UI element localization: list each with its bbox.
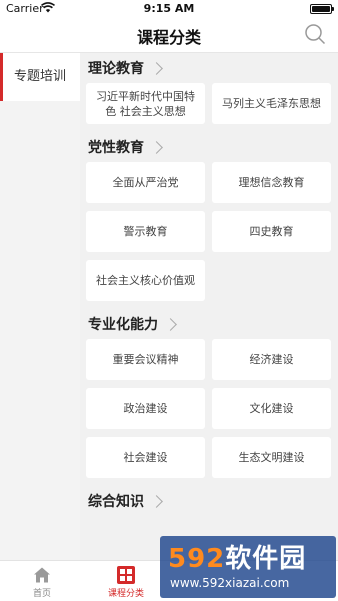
section-professional-ability: 专业化能力 重要会议精神 经济建设 政治建设 文化建设 社会建设 生态文明建设 xyxy=(80,309,338,486)
course-tag[interactable]: 重要会议精神 xyxy=(86,339,205,380)
selected-indicator xyxy=(0,53,3,101)
chevron-right-icon xyxy=(150,140,163,154)
search-icon[interactable] xyxy=(304,23,326,45)
section-theory: 理论教育 习近平新时代中国特色 社会主义思想 马列主义毛泽东思想 xyxy=(80,53,338,132)
course-tag[interactable]: 文化建设 xyxy=(212,388,331,429)
course-tag[interactable]: 马列主义毛泽东思想 xyxy=(212,83,331,124)
watermark-url: www.592xiazai.com xyxy=(170,576,290,590)
clock: 9:15 AM xyxy=(143,2,195,15)
section-title: 党性教育 xyxy=(88,140,144,156)
home-icon xyxy=(34,567,50,583)
course-tag[interactable]: 经济建设 xyxy=(212,339,331,380)
category-content: 理论教育 习近平新时代中国特色 社会主义思想 马列主义毛泽东思想 党性教育 全面… xyxy=(80,53,338,560)
status-bar: Carrier 9:15 AM xyxy=(0,0,338,18)
section-title: 专业化能力 xyxy=(88,317,158,333)
section-header[interactable]: 理论教育 xyxy=(80,53,338,83)
section-general-knowledge: 综合知识 xyxy=(80,486,338,516)
sidebar-item-label: 专题培训 xyxy=(13,69,66,84)
course-tag[interactable]: 警示教育 xyxy=(86,211,205,252)
grid-icon xyxy=(117,566,135,584)
section-party-spirit: 党性教育 全面从严治党 理想信念教育 警示教育 四史教育 社会主义核心价值观 xyxy=(80,132,338,309)
sidebar-item-topic-training[interactable]: 专题培训 xyxy=(0,53,80,101)
course-tag[interactable]: 理想信念教育 xyxy=(212,162,331,203)
page-title: 课程分类 xyxy=(136,28,201,47)
chevron-right-icon xyxy=(164,317,177,331)
section-title: 理论教育 xyxy=(88,61,144,77)
course-tag[interactable]: 四史教育 xyxy=(212,211,331,252)
tab-label: 课程分类 xyxy=(107,589,144,599)
category-sidebar: 专题培训 xyxy=(0,53,80,560)
nav-bar: 课程分类 xyxy=(0,18,338,53)
chevron-right-icon xyxy=(150,61,163,75)
tab-categories[interactable]: 课程分类 xyxy=(86,561,166,601)
section-header[interactable]: 专业化能力 xyxy=(80,309,338,339)
course-tag[interactable]: 全面从严治党 xyxy=(86,162,205,203)
section-header[interactable]: 综合知识 xyxy=(80,486,338,516)
site-watermark: 592软件园 www.592xiazai.com xyxy=(160,536,336,598)
chevron-right-icon xyxy=(150,494,163,508)
course-tag[interactable]: 生态文明建设 xyxy=(212,437,331,478)
section-title: 综合知识 xyxy=(88,494,144,510)
course-tag[interactable]: 社会主义核心价值观 xyxy=(86,260,205,301)
section-header[interactable]: 党性教育 xyxy=(80,132,338,162)
tab-home[interactable]: 首页 xyxy=(2,561,82,601)
course-tag[interactable]: 政治建设 xyxy=(86,388,205,429)
tab-label: 首页 xyxy=(32,589,51,599)
watermark-logo: 592软件园 xyxy=(168,544,307,574)
course-tag[interactable]: 习近平新时代中国特色 社会主义思想 xyxy=(86,83,205,124)
course-tag[interactable]: 社会建设 xyxy=(86,437,205,478)
battery-icon xyxy=(310,4,334,14)
